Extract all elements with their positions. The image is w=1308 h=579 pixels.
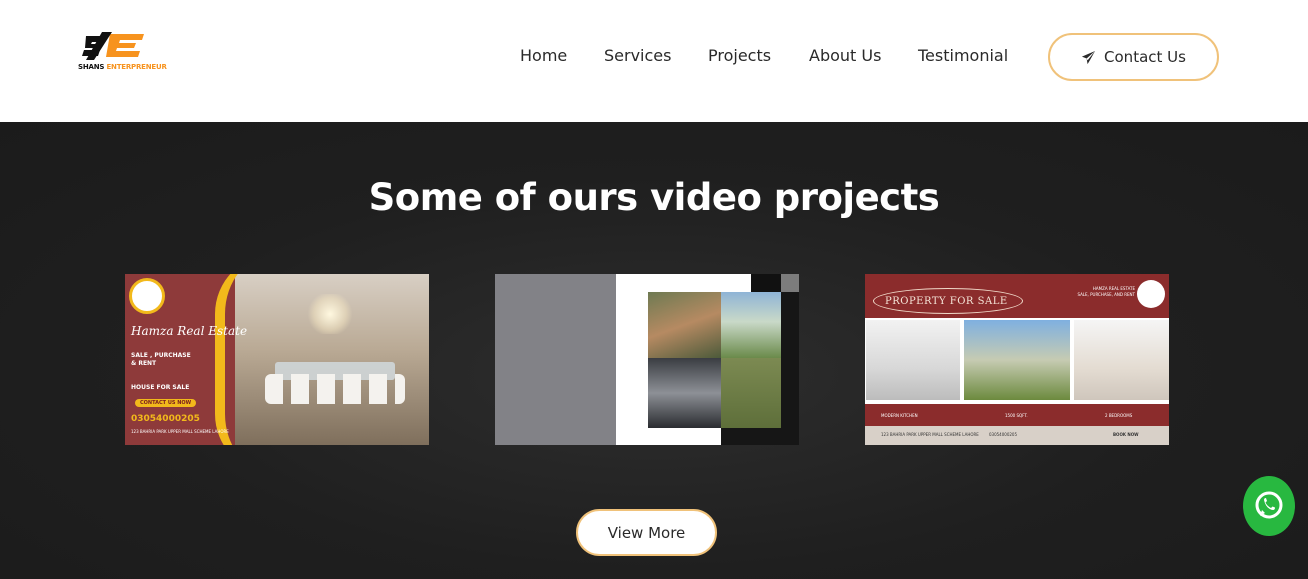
footer-book-now: BOOK NOW bbox=[1113, 432, 1139, 437]
whatsapp-button[interactable] bbox=[1243, 476, 1295, 536]
video-card-collage[interactable] bbox=[495, 274, 799, 445]
land-plot-photo bbox=[721, 358, 781, 428]
nav-testimonial[interactable]: Testimonial bbox=[918, 46, 1008, 65]
view-more-button[interactable]: View More bbox=[576, 509, 717, 556]
contact-us-button[interactable]: Contact Us bbox=[1048, 33, 1219, 81]
nav-services[interactable]: Services bbox=[604, 46, 671, 65]
video-projects-section: Some of ours video projects Hamza Real E… bbox=[0, 122, 1308, 579]
kitchen-photo bbox=[866, 320, 960, 400]
house-exterior-photo bbox=[964, 320, 1070, 400]
checker-strip bbox=[721, 274, 781, 292]
house-for-sale-text: HOUSE FOR SALE bbox=[131, 384, 190, 391]
corner-square bbox=[781, 274, 799, 292]
footer-phone: 03054000205 bbox=[989, 432, 1017, 437]
tagline-line-2: & RENT bbox=[131, 360, 157, 367]
bedroom-photo bbox=[1074, 320, 1169, 400]
card-phone: 03054000205 bbox=[131, 414, 200, 424]
contact-now-pill: CONTACT US NOW bbox=[135, 399, 197, 407]
view-more-label: View More bbox=[607, 523, 686, 542]
house-aerial-photo bbox=[648, 292, 721, 358]
footer-address: 123 BAHRIA PARK UPPER MALL SCHEME LAHORE bbox=[881, 432, 979, 437]
card-footer: 123 BAHRIA PARK UPPER MALL SCHEME LAHORE… bbox=[865, 426, 1169, 445]
feature-bedrooms: 2 BEDROOMS bbox=[1105, 413, 1133, 418]
video-card-hamza-real-estate[interactable]: Hamza Real Estate SALE , PURCHASE & RENT… bbox=[125, 274, 429, 445]
company-seal bbox=[129, 278, 165, 314]
tagline-line-1: SALE , PURCHASE bbox=[131, 352, 191, 359]
brand-text: HAMZA REAL ESTATE SALE, PURCHASE, AND RE… bbox=[1075, 286, 1135, 298]
decorative-arc bbox=[215, 274, 275, 445]
whatsapp-icon bbox=[1255, 491, 1283, 519]
section-title: Some of ours video projects bbox=[368, 176, 940, 219]
logo-word-2: ENTERPRENEUR bbox=[106, 63, 167, 71]
field-photo bbox=[721, 292, 781, 358]
card-address: 123 BAHRIA PARK UPPER MALL SCHEME LAHORE bbox=[131, 429, 229, 434]
dining-chairs bbox=[265, 374, 405, 404]
video-card-property-for-sale[interactable]: PROPERTY FOR SALE HAMZA REAL ESTATE SALE… bbox=[865, 274, 1169, 445]
nav-home[interactable]: Home bbox=[520, 46, 567, 65]
logo-text: SHANS ENTERPRENEUR bbox=[78, 63, 167, 71]
brand-line-2: SALE, PURCHASE, AND RENT bbox=[1077, 292, 1135, 297]
contact-us-label: Contact Us bbox=[1104, 48, 1186, 66]
logo-mark-icon bbox=[82, 32, 144, 60]
nav-about-us[interactable]: About Us bbox=[809, 46, 881, 65]
logo-word-1: SHANS bbox=[78, 63, 105, 71]
feature-size: 1500 SQFT. bbox=[1005, 413, 1028, 418]
feature-kitchen: MODERN KITCHEN bbox=[881, 413, 918, 418]
nav-projects[interactable]: Projects bbox=[708, 46, 771, 65]
brand-badge bbox=[1137, 280, 1165, 308]
grey-panel bbox=[495, 274, 616, 445]
card-title: Hamza Real Estate bbox=[131, 324, 248, 338]
card-tagline: SALE , PURCHASE & RENT bbox=[131, 352, 191, 368]
features-bar: MODERN KITCHEN 1500 SQFT. 2 BEDROOMS bbox=[865, 404, 1169, 426]
paper-plane-icon bbox=[1081, 50, 1096, 64]
site-header: SHANS ENTERPRENEUR Home Services Project… bbox=[0, 0, 1308, 122]
interior-stairs-photo bbox=[648, 358, 721, 428]
property-for-sale-heading: PROPERTY FOR SALE bbox=[885, 296, 1008, 307]
chandelier-glow bbox=[305, 294, 355, 334]
logo[interactable]: SHANS ENTERPRENEUR bbox=[78, 30, 167, 76]
